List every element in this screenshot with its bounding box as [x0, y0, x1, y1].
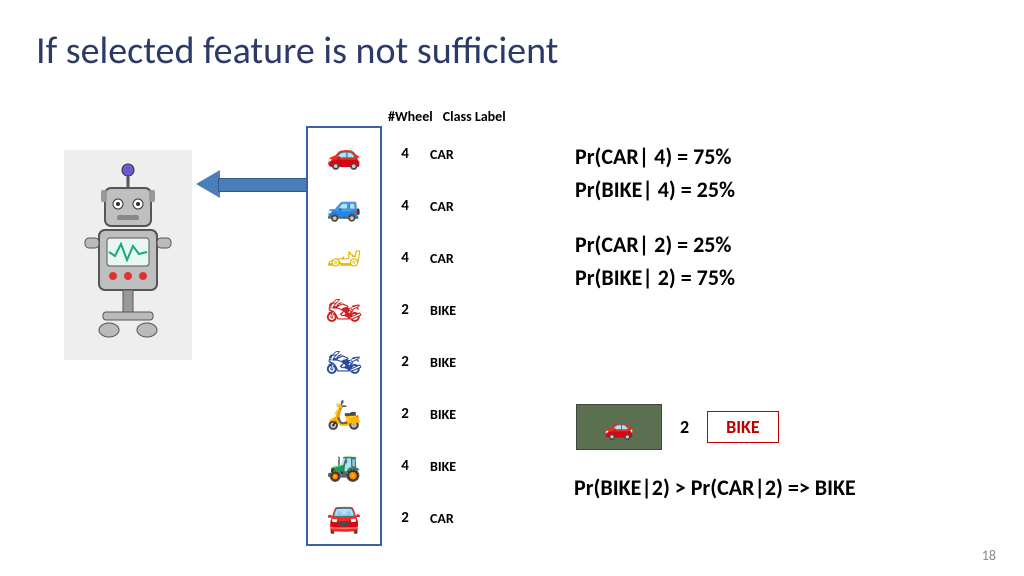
vehicle-icon: 🚙 — [308, 182, 380, 230]
arrow-left — [196, 170, 306, 198]
wheel-value: 4 — [380, 197, 430, 215]
table-row: 🛵2BIKE — [308, 388, 518, 440]
table-row: 🚗4CAR — [308, 128, 518, 180]
table-row: 🚙4CAR — [308, 180, 518, 232]
training-rows: 🚗4CAR🚙4CAR🏎4CAR🏍2BIKE🏍2BIKE🛵2BIKE🚜4BIKE🚘… — [308, 128, 518, 544]
wheel-value: 2 — [380, 509, 430, 527]
class-label: CAR — [430, 510, 454, 527]
probability-block: Pr(CAR| 4) = 75% Pr(BIKE| 4) = 25% Pr(CA… — [575, 140, 735, 294]
class-label: CAR — [430, 198, 454, 215]
prob-bike-2: Pr(BIKE| 2) = 75% — [575, 261, 735, 294]
col-label: Class Label — [443, 108, 506, 125]
vehicle-icon: 🛵 — [308, 390, 380, 438]
class-label: BIKE — [430, 354, 456, 371]
wheel-value: 4 — [380, 145, 430, 163]
vehicle-icon: 🚜 — [308, 442, 380, 490]
class-label: BIKE — [430, 458, 456, 475]
vehicle-icon: 🏍 — [308, 338, 380, 386]
prob-bike-4: Pr(BIKE| 4) = 25% — [575, 173, 735, 206]
table-row: 🚜4BIKE — [308, 440, 518, 492]
vehicle-icon: 🏎 — [308, 234, 380, 282]
slide-number: 18 — [982, 547, 996, 564]
class-label: BIKE — [430, 302, 456, 319]
predicted-label: BIKE — [707, 411, 779, 443]
table-row: 🏍2BIKE — [308, 336, 518, 388]
wheel-value: 4 — [380, 249, 430, 267]
table-row: 🏍2BIKE — [308, 284, 518, 336]
prob-car-4: Pr(CAR| 4) = 75% — [575, 140, 735, 173]
robot-icon — [73, 160, 183, 350]
wheel-value: 2 — [380, 405, 430, 423]
test-sample: 🚗 2 BIKE — [576, 404, 779, 450]
vehicle-icon: 🚘 — [308, 494, 380, 542]
decision-rule: Pr(BIKE|2) > Pr(CAR|2) => BIKE — [574, 474, 856, 501]
class-label: CAR — [430, 146, 454, 163]
prob-car-2: Pr(CAR| 2) = 25% — [575, 228, 735, 261]
wheel-value: 2 — [380, 301, 430, 319]
vehicle-icon: 🏍 — [308, 286, 380, 334]
table-row: 🚘2CAR — [308, 492, 518, 544]
wheel-value: 4 — [380, 457, 430, 475]
col-wheel: #Wheel — [388, 108, 433, 125]
class-label: CAR — [430, 250, 454, 267]
test-vehicle-icon: 🚗 — [576, 404, 662, 450]
test-wheel-value: 2 — [680, 416, 689, 438]
wheel-value: 2 — [380, 353, 430, 371]
column-headers: #Wheel Class Label — [388, 108, 506, 125]
vehicle-icon: 🚗 — [308, 130, 380, 178]
robot-image — [64, 150, 192, 360]
table-row: 🏎4CAR — [308, 232, 518, 284]
class-label: BIKE — [430, 406, 456, 423]
slide-title: If selected feature is not sufficient — [36, 28, 558, 74]
